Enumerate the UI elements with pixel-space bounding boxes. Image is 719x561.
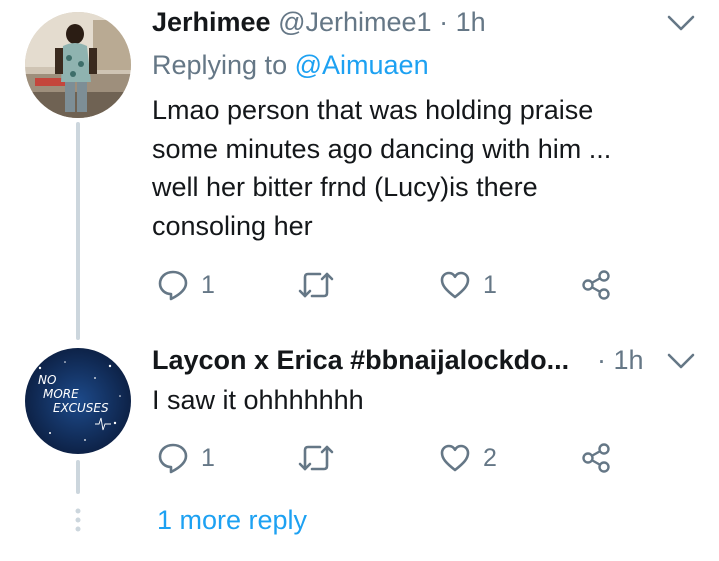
avatar[interactable]: NO MORE EXCUSES [25,348,131,454]
chevron-down-icon[interactable] [666,350,696,372]
reply-icon [158,443,188,474]
retweet-icon [298,445,334,471]
reply-count: 1 [201,443,215,472]
like-count: 2 [483,443,497,472]
tweet-header: Jerhimee @Jerhimee1 · 1h [152,6,486,38]
tweet-text-line: Lmao person that was holding praise [152,95,594,125]
replying-prefix: Replying to [152,50,288,80]
reply-button[interactable]: 1 [157,267,215,303]
heart-icon [440,271,470,299]
tweet-header: Laycon x Erica #bbnaijalockdo... [152,344,569,376]
retweet-icon [298,272,334,298]
tweet-text: Lmao person that was holding praise some… [152,91,611,245]
retweet-button[interactable] [298,440,334,476]
author-name[interactable]: Jerhimee [152,7,271,37]
like-count: 1 [483,270,497,299]
tweet-text-line: some minutes ago dancing with him ... [152,133,612,164]
share-icon [582,443,610,473]
more-replies-link[interactable]: 1 more reply [157,503,307,537]
tweet-text-line: consoling her [152,210,313,241]
chevron-down-icon[interactable] [666,12,696,34]
separator-dot: · [597,345,606,375]
avatar[interactable] [25,12,131,118]
author-handle[interactable]: @Jerhimee1 [278,7,431,37]
timestamp[interactable]: 1h [456,7,486,37]
share-icon [582,270,610,300]
share-button[interactable] [580,440,612,476]
reply-button[interactable]: 1 [157,440,215,476]
reply-count: 1 [201,270,215,299]
like-button[interactable]: 2 [439,440,497,476]
tweet-text: I saw it ohhhhhhh [152,381,364,420]
avatar-text: EXCUSES [53,401,109,415]
tweet-meta: · 1h [597,344,644,376]
avatar-text: MORE [43,387,79,401]
replying-to: Replying to @Aimuaen [152,48,429,82]
tweet-text-line: I saw it ohhhhhhh [152,385,364,415]
heart-icon [440,444,470,472]
author-name[interactable]: Laycon x Erica #bbnaijalockdo... [152,345,569,375]
mention-link[interactable]: @Aimuaen [295,50,429,80]
thread-line [76,460,80,494]
thread-line [76,122,80,340]
retweet-button[interactable] [298,267,334,303]
separator-dot: · [439,7,449,37]
reply-icon [158,270,188,301]
avatar-text: NO [38,373,56,387]
more-dots-icon [75,508,81,532]
timestamp[interactable]: 1h [614,345,644,375]
share-button[interactable] [580,267,612,303]
tweet-text-line: well her bitter frnd (Lucy)is there [152,172,538,202]
like-button[interactable]: 1 [439,267,497,303]
